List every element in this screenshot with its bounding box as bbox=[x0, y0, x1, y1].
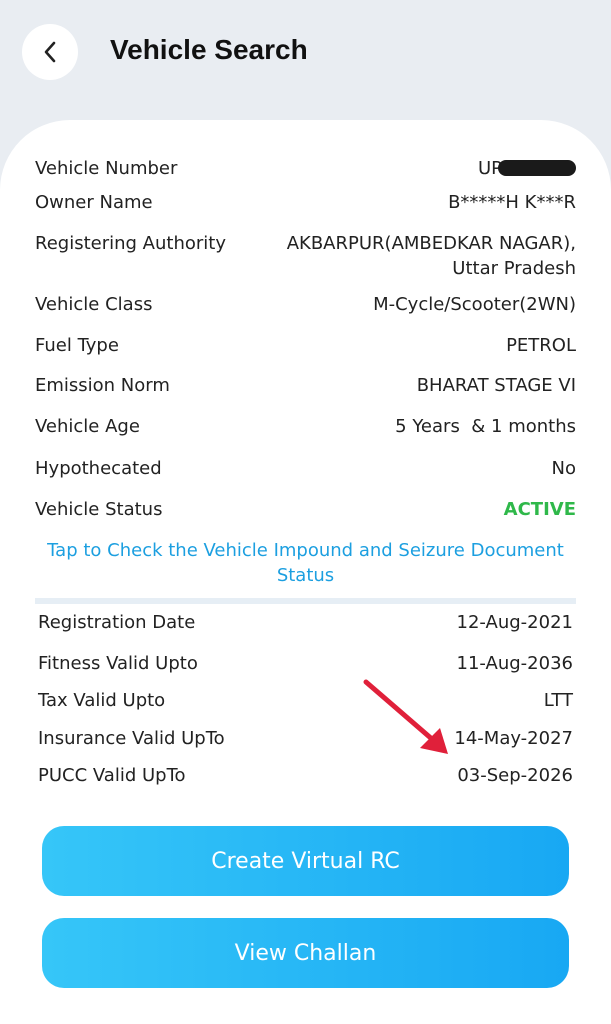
validity-value: 12-Aug-2021 bbox=[456, 612, 573, 633]
validity-label: Insurance Valid UpTo bbox=[38, 728, 225, 749]
detail-label: Registering Authority bbox=[35, 233, 226, 254]
detail-row-owner-name: Owner Name B*****H K***R bbox=[35, 190, 576, 215]
detail-row-registering-authority: Registering Authority AKBARPUR(AMBEDKAR … bbox=[35, 231, 576, 281]
detail-label: Vehicle Class bbox=[35, 294, 153, 315]
page-title: Vehicle Search bbox=[110, 34, 308, 65]
validity-value: LTT bbox=[543, 690, 573, 711]
validity-value: 03-Sep-2026 bbox=[457, 765, 573, 786]
detail-row-hypothecated: Hypothecated No bbox=[35, 456, 576, 481]
detail-value: BHARAT STAGE VI bbox=[416, 375, 576, 396]
detail-value: 5 Years & 1 months bbox=[395, 416, 576, 437]
validity-value: 11-Aug-2036 bbox=[456, 653, 573, 674]
validity-label: PUCC Valid UpTo bbox=[38, 765, 186, 786]
detail-label: Hypothecated bbox=[35, 458, 162, 479]
detail-row-vehicle-number: Vehicle Number UP bbox=[35, 156, 576, 181]
detail-row-vehicle-status: Vehicle Status ACTIVE bbox=[35, 497, 576, 522]
impound-status-link[interactable]: Tap to Check the Vehicle Impound and Sei… bbox=[40, 538, 571, 588]
view-challan-button[interactable]: View Challan bbox=[42, 918, 569, 988]
validity-row-registration-date: Registration Date 12-Aug-2021 bbox=[38, 610, 573, 635]
detail-label: Emission Norm bbox=[35, 375, 170, 396]
validity-row-tax: Tax Valid Upto LTT bbox=[38, 688, 573, 713]
validity-row-insurance: Insurance Valid UpTo 14-May-2027 bbox=[38, 726, 573, 751]
chevron-left-icon bbox=[44, 41, 56, 63]
create-virtual-rc-button[interactable]: Create Virtual RC bbox=[42, 826, 569, 896]
detail-row-vehicle-age: Vehicle Age 5 Years & 1 months bbox=[35, 414, 576, 439]
status-badge: ACTIVE bbox=[503, 499, 576, 520]
detail-label: Fuel Type bbox=[35, 335, 119, 356]
detail-row-vehicle-class: Vehicle Class M-Cycle/Scooter(2WN) bbox=[35, 292, 576, 317]
detail-value: M-Cycle/Scooter(2WN) bbox=[373, 294, 576, 315]
validity-row-fitness: Fitness Valid Upto 11-Aug-2036 bbox=[38, 651, 573, 676]
detail-value: AKBARPUR(AMBEDKAR NAGAR), Uttar Pradesh bbox=[287, 231, 576, 281]
validity-row-pucc: PUCC Valid UpTo 03-Sep-2026 bbox=[38, 763, 573, 788]
section-divider bbox=[35, 598, 576, 604]
validity-label: Registration Date bbox=[38, 612, 196, 633]
detail-value-line2: Uttar Pradesh bbox=[452, 258, 576, 279]
detail-row-emission-norm: Emission Norm BHARAT STAGE VI bbox=[35, 373, 576, 398]
detail-label: Vehicle Status bbox=[35, 499, 163, 520]
detail-label: Owner Name bbox=[35, 192, 153, 213]
back-button[interactable] bbox=[22, 24, 78, 80]
validity-label: Fitness Valid Upto bbox=[38, 653, 198, 674]
detail-label: Vehicle Number bbox=[35, 158, 178, 179]
validity-label: Tax Valid Upto bbox=[38, 690, 166, 711]
validity-value: 14-May-2027 bbox=[454, 728, 573, 749]
detail-value: No bbox=[551, 458, 576, 479]
detail-value-vehicle-number: UP bbox=[478, 156, 576, 181]
detail-label: Vehicle Age bbox=[35, 416, 140, 437]
detail-row-fuel-type: Fuel Type PETROL bbox=[35, 333, 576, 358]
detail-value: PETROL bbox=[506, 335, 576, 356]
app-header: Vehicle Search bbox=[0, 0, 611, 120]
detail-value: B*****H K***R bbox=[448, 192, 576, 213]
masked-redaction bbox=[498, 160, 576, 176]
detail-value-line1: AKBARPUR(AMBEDKAR NAGAR), bbox=[286, 233, 576, 254]
